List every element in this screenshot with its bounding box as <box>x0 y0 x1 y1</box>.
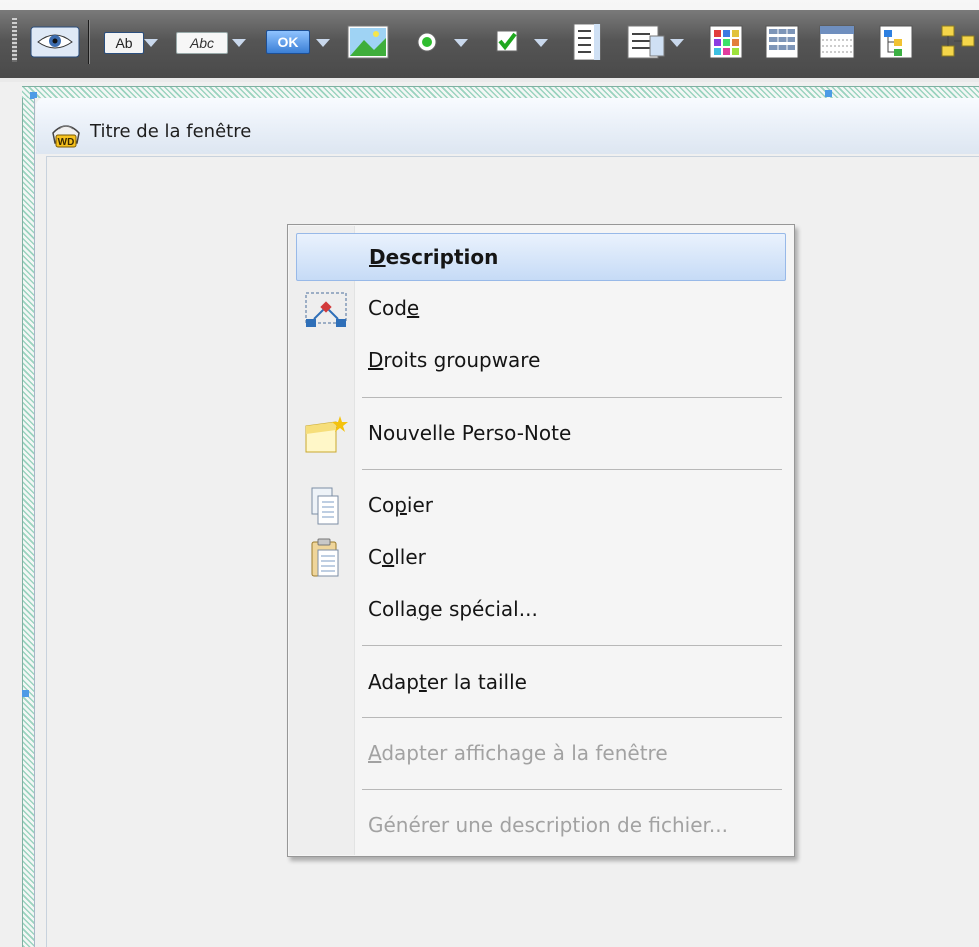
checkbox-button[interactable] <box>494 24 556 60</box>
looper-button[interactable] <box>764 24 804 60</box>
menu-item-label: Générer une description de fichier... <box>368 813 728 837</box>
menu-item-label: Adapter affichage à la fenêtre <box>368 741 668 765</box>
image-control-icon <box>347 25 389 59</box>
org-chart-button[interactable] <box>936 24 979 60</box>
chevron-down-icon[interactable] <box>534 39 548 47</box>
menu-item-adapter-la-taille[interactable]: Adapter la taille <box>296 659 786 707</box>
edit-field-text: Abc <box>189 35 215 51</box>
resize-handle-left[interactable] <box>22 690 29 697</box>
org-chart-icon <box>941 25 975 57</box>
chevron-down-icon[interactable] <box>670 39 684 47</box>
checkbox-icon <box>496 30 518 52</box>
menu-item-coller[interactable]: Coller <box>296 534 786 582</box>
grid-button[interactable] <box>818 24 860 60</box>
windev-wd-icon: WD <box>52 125 80 148</box>
chevron-down-icon[interactable] <box>454 39 468 47</box>
treeview-icon <box>879 25 913 59</box>
perso-note-icon <box>305 416 348 453</box>
grid-icon <box>819 25 855 59</box>
menu-item-generer-description: Générer une description de fichier... <box>296 802 786 850</box>
menu-item-label: Copier <box>368 493 433 517</box>
menu-item-droits-groupware[interactable]: Droits groupware <box>296 337 786 385</box>
preview-button[interactable] <box>30 24 82 60</box>
image-control-button[interactable] <box>346 24 392 60</box>
selection-hatch-top <box>22 86 979 98</box>
radio-button-icon <box>417 32 437 52</box>
list-box-button[interactable] <box>572 23 610 61</box>
list-box-icon <box>573 23 601 61</box>
menu-item-label: Nouvelle Perso-Note <box>368 421 572 445</box>
preview-eye-icon <box>30 26 80 58</box>
menu-item-label: Coller <box>368 545 426 569</box>
menu-item-code[interactable]: Code <box>296 285 786 333</box>
menu-separator <box>362 645 782 646</box>
menu-separator <box>362 469 782 470</box>
menu-item-collage-special[interactable]: Collage spécial... <box>296 586 786 634</box>
menu-item-nouvelle-perso-note[interactable]: Nouvelle Perso-Note <box>296 410 786 458</box>
button-control-button[interactable]: OK <box>262 24 348 60</box>
menu-separator <box>362 397 782 398</box>
menu-separator <box>362 717 782 718</box>
menu-item-label: Droits groupware <box>368 348 541 372</box>
label-static-text: Ab <box>115 35 133 51</box>
static-text-button[interactable]: Ab <box>100 24 158 60</box>
toolbar-grip-handle[interactable] <box>12 18 17 62</box>
paste-icon <box>311 538 339 577</box>
menu-item-label: Description <box>369 245 499 269</box>
chevron-down-icon[interactable] <box>144 39 158 47</box>
menu-item-label: Code <box>368 296 420 320</box>
menu-item-adapter-affichage: Adapter affichage à la fenêtre <box>296 730 786 778</box>
combo-box-icon <box>627 25 665 59</box>
edit-field-button[interactable]: Abc <box>170 24 256 60</box>
table-icon <box>709 25 743 59</box>
menu-item-copier[interactable]: Copier <box>296 482 786 530</box>
resize-handle-top[interactable] <box>825 90 832 97</box>
combo-box-button[interactable] <box>626 24 696 60</box>
radio-button-button[interactable] <box>414 24 476 60</box>
looper-icon <box>765 25 799 59</box>
toolbar-separator <box>88 20 90 64</box>
selection-hatch-left <box>22 98 34 947</box>
chevron-down-icon[interactable] <box>232 39 246 47</box>
menu-item-description[interactable]: Description <box>296 233 786 281</box>
window-title: Titre de la fenêtre <box>90 121 252 142</box>
context-menu: Description Code Droits groupware Nouvel… <box>287 224 795 857</box>
treeview-button[interactable] <box>878 24 918 60</box>
copy-icon <box>311 487 339 525</box>
control-toolbar: Ab Abc OK <box>0 0 979 82</box>
menu-item-label: Collage spécial... <box>368 597 538 621</box>
button-control-text: OK <box>277 34 299 50</box>
menu-separator <box>362 789 782 790</box>
chevron-down-icon[interactable] <box>316 39 330 47</box>
svg-text:WD: WD <box>58 137 75 148</box>
menu-item-label: Adapter la taille <box>368 670 527 694</box>
table-button[interactable] <box>708 24 748 60</box>
code-icon <box>305 292 347 327</box>
